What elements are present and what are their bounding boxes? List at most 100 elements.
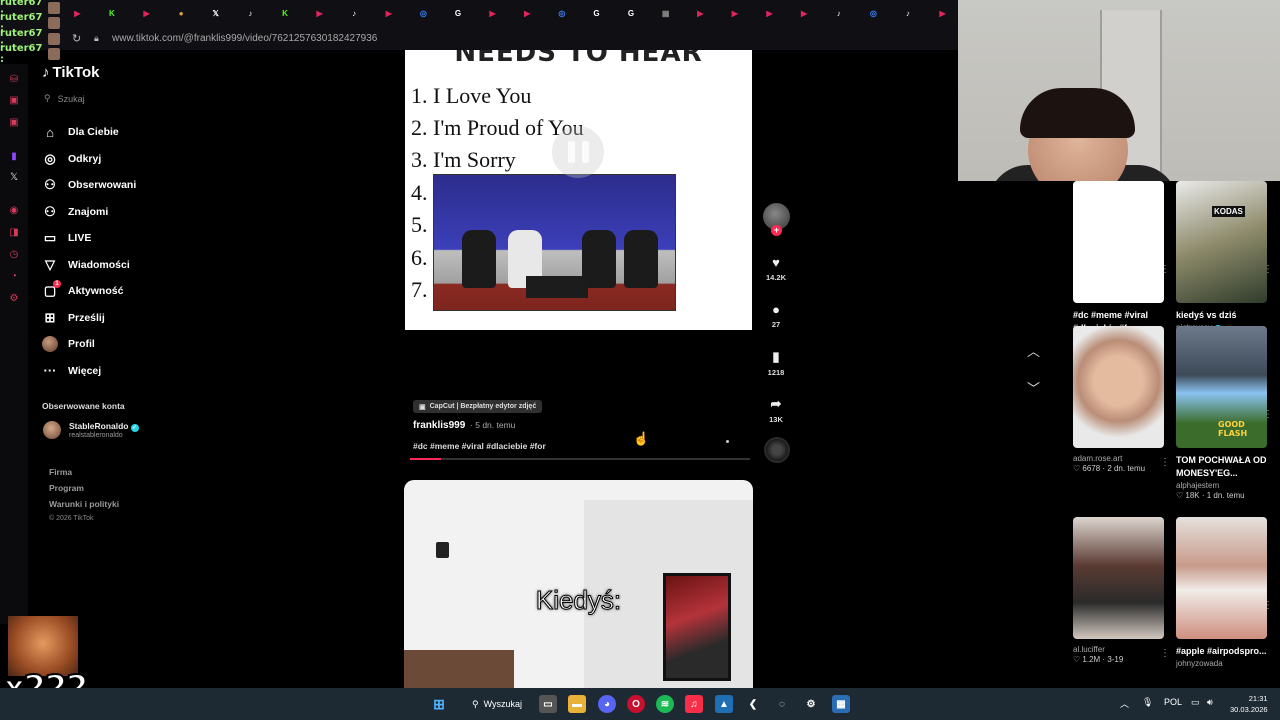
settings-icon[interactable]: ⚙ xyxy=(8,293,20,305)
browser-tab[interactable]: ◎ xyxy=(856,2,891,24)
footer-link-program[interactable]: Program xyxy=(49,483,84,493)
browser-tab[interactable]: ♪ xyxy=(233,2,268,24)
more-options-icon[interactable]: ⋮ xyxy=(1160,457,1170,468)
chevron-down-icon[interactable]: ﹀ xyxy=(1027,378,1040,397)
browser-tab[interactable]: G xyxy=(579,2,614,24)
app-icon[interactable]: ◌ xyxy=(773,695,791,713)
suggested-video-card[interactable]: GOOD FLASH TOM POCHWAŁA OD MONESY'EG... al… xyxy=(1176,326,1273,500)
comment-button[interactable]: ● 27 xyxy=(762,302,790,329)
browser-tab[interactable]: ◎ xyxy=(545,2,580,24)
bookmark-icon[interactable]: ⛁ xyxy=(8,74,20,86)
language-indicator[interactable]: POL xyxy=(1164,697,1182,707)
music-disc-icon[interactable] xyxy=(764,437,790,463)
browser-tab[interactable]: ▶ xyxy=(718,2,753,24)
more-options-icon[interactable]: ⋮ xyxy=(1263,264,1273,275)
browser-tab[interactable]: ◎ xyxy=(406,2,441,24)
app-icon[interactable]: ❮ xyxy=(744,695,762,713)
browser-tab[interactable]: ▶ xyxy=(475,2,510,24)
pause-button[interactable] xyxy=(552,126,604,178)
more-options-icon[interactable]: ⋮ xyxy=(1160,648,1170,659)
following-account[interactable]: StableRonaldo ✓ realstableronaldo xyxy=(43,421,139,439)
music-icon[interactable]: ♫ xyxy=(685,695,703,713)
spotify-icon[interactable]: ≋ xyxy=(656,695,674,713)
browser-tab[interactable]: ▶ xyxy=(752,2,787,24)
browser-tab[interactable]: K xyxy=(95,2,130,24)
sidebar-item-2[interactable]: ◎ Odkryj xyxy=(42,151,101,167)
browser-tab[interactable]: K xyxy=(268,2,303,24)
browser-tab[interactable]: ▦ xyxy=(648,2,683,24)
save-button[interactable]: ▮ 1218 xyxy=(762,349,790,377)
next-video-player[interactable]: Kiedyś: xyxy=(404,480,753,688)
bookmark-icon[interactable]: ◨ xyxy=(8,227,20,239)
suggested-video-card[interactable]: #apple #airpodspro... johnyzowada ⋮ xyxy=(1176,517,1273,668)
suggested-video-card[interactable]: adam.rose.art ♡ 6678 · 2 dn. temu ⋮ xyxy=(1073,326,1170,473)
browser-tab[interactable]: ♪ xyxy=(821,2,856,24)
tray-chevron-up-icon[interactable]: ︿ xyxy=(1120,697,1129,710)
sidebar-item-5[interactable]: ▭ LIVE xyxy=(42,230,92,246)
browser-tab[interactable]: ♪ xyxy=(337,2,372,24)
video-author[interactable]: franklis999 · 5 dn. temu xyxy=(413,420,515,431)
chevron-up-icon[interactable]: ︿ xyxy=(1027,341,1040,360)
bookmark-icon[interactable]: ▣ xyxy=(8,95,20,107)
footer-link-company[interactable]: Firma xyxy=(49,467,72,477)
browser-tab[interactable]: 𝕏 xyxy=(198,2,233,24)
tiktok-logo[interactable]: ♪ TikTok xyxy=(42,64,99,81)
browser-tab[interactable]: G xyxy=(614,2,649,24)
settings-icon[interactable]: ⚙ xyxy=(802,695,820,713)
browser-tab[interactable]: ▶ xyxy=(787,2,822,24)
video-thumbnail[interactable] xyxy=(1073,326,1164,448)
browser-tab[interactable]: ▶ xyxy=(302,2,337,24)
video-thumbnail[interactable] xyxy=(1176,517,1267,639)
microphone-icon[interactable]: 🎙︎ xyxy=(1142,697,1153,708)
more-options-icon[interactable]: ⋮ xyxy=(1160,264,1170,275)
display-icon[interactable]: ▭ xyxy=(1191,697,1200,708)
x-icon[interactable]: 𝕏 xyxy=(8,172,20,184)
search-input[interactable]: Szukaj xyxy=(58,94,85,104)
browser-tab[interactable]: ▶ xyxy=(371,2,406,24)
url-field[interactable]: www.tiktok.com/@franklis999/video/762125… xyxy=(112,33,377,44)
opera-icon[interactable]: O xyxy=(627,695,645,713)
file-explorer-icon[interactable]: ▬ xyxy=(568,695,586,713)
sidebar-item-3[interactable]: ⚇ Obserwowani xyxy=(42,177,136,193)
sidebar-item-4[interactable]: ⚇ Znajomi xyxy=(42,204,108,220)
video-progress-bar[interactable] xyxy=(410,458,750,460)
calculator-icon[interactable]: ▦ xyxy=(832,695,850,713)
share-button[interactable]: ➦ 13K xyxy=(762,396,790,424)
footer-link-terms[interactable]: Warunki i polityki xyxy=(49,499,119,509)
browser-tab[interactable]: ● xyxy=(164,2,199,24)
suggested-video-card[interactable]: al.luciffer ♡ 1.2M · 3-19 ⋮ xyxy=(1073,517,1170,664)
video-thumbnail[interactable]: GOOD FLASH xyxy=(1176,326,1267,448)
card-author[interactable]: johnyzowada xyxy=(1176,659,1267,668)
search-bar[interactable]: ⚲ Szukaj xyxy=(44,93,85,104)
browser-tab[interactable]: ▶ xyxy=(129,2,164,24)
like-button[interactable]: ♥ 14.2K xyxy=(762,255,790,282)
browser-tab[interactable]: ♪ xyxy=(891,2,926,24)
reload-icon[interactable]: ↻ xyxy=(72,32,86,45)
sidebar-item-1[interactable]: ⌂ Dla Ciebie xyxy=(42,124,119,140)
browser-tab[interactable]: ▶ xyxy=(60,2,95,24)
suggested-video-card[interactable]: KODASkiedyś vs dziśpiotrovscy✓♡ 47.3K · … xyxy=(1176,181,1273,343)
follow-plus-icon[interactable]: + xyxy=(771,225,782,236)
volume-icon[interactable]: 🔊︎ xyxy=(1207,697,1213,708)
video-thumbnail[interactable]: KODAS xyxy=(1176,181,1267,303)
sidebar-item-9[interactable]: Profil xyxy=(42,336,95,352)
card-author[interactable]: alphajestem xyxy=(1176,481,1267,490)
capcut-badge[interactable]: ▣ CapCut | Bezpłatny edytor zdjęć xyxy=(413,400,543,413)
browser-tab[interactable]: G xyxy=(441,2,476,24)
bookmark-icon[interactable]: ◔ xyxy=(8,271,20,283)
bookmark-icon[interactable]: ◉ xyxy=(8,205,20,217)
taskbar-search[interactable]: ⚲ Wyszukaj xyxy=(466,694,528,714)
more-options-icon[interactable]: ⋮ xyxy=(1263,409,1273,420)
bookmark-icon[interactable]: ▣ xyxy=(8,117,20,129)
card-author[interactable]: al.luciffer xyxy=(1073,645,1164,654)
video-thumbnail[interactable] xyxy=(1073,517,1164,639)
sidebar-item-7[interactable]: ▢ 1 Aktywność xyxy=(42,280,123,299)
browser-tab[interactable]: ▶ xyxy=(925,2,960,24)
history-icon[interactable]: ◷ xyxy=(8,249,20,261)
video-hashtags[interactable]: #dc #meme #viral #dlaciebie #for xyxy=(413,441,546,451)
taskbar-clock[interactable]: 21:31 30.03.2026 xyxy=(1230,693,1268,715)
task-view-icon[interactable]: ▭ xyxy=(539,695,557,713)
sidebar-item-8[interactable]: ⊞ Prześlij xyxy=(42,310,105,326)
browser-tab[interactable]: ▶ xyxy=(510,2,545,24)
card-author[interactable]: adam.rose.art xyxy=(1073,454,1164,463)
